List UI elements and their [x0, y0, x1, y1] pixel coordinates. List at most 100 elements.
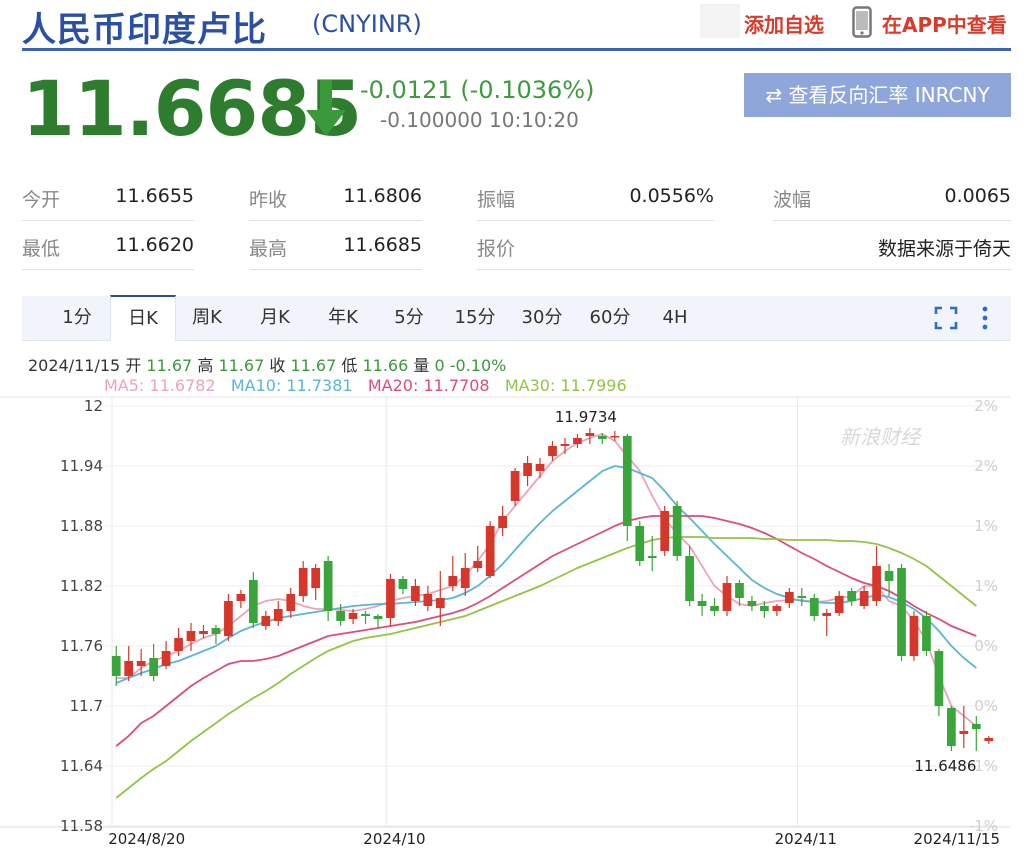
tab-weekly-k[interactable]: 周K [174, 296, 240, 340]
stats-divider [773, 220, 1011, 221]
candle-body [174, 638, 183, 651]
candlestick-chart[interactable]: 12 2% 11.94 2% 11.88 1% 11.82 1% 11.76 0% 11.7 0% 11… [0, 396, 1032, 850]
candle-body [672, 506, 682, 556]
chart-period-tabs: 1分 日K 周K 月K 年K 5分 15分 30分 60分 4H [22, 295, 1011, 341]
x-tick-label: 2024/8/20 [108, 830, 185, 848]
y-tick-label: 12 [84, 397, 103, 415]
stats-divider [249, 269, 422, 270]
candle-body [523, 463, 532, 476]
candle-body [149, 658, 158, 676]
open-label: 今开 [22, 189, 61, 211]
tab-5min[interactable]: 5分 [376, 296, 442, 340]
candle-body [236, 594, 246, 601]
candle-body [747, 601, 757, 606]
wave-value: 0.0065 [944, 185, 1011, 207]
readout-close-label: 收 [269, 356, 286, 375]
ma10-legend: MA10: 11.7381 [230, 376, 353, 395]
tab-1min[interactable]: 1分 [42, 296, 112, 340]
high-value: 11.6685 [343, 234, 422, 256]
price-change: -0.0121 (-0.1036%) [360, 76, 595, 104]
y-tick-label: 11.58 [60, 817, 103, 835]
candle-body [161, 651, 171, 666]
candle-body [224, 601, 233, 636]
tab-daily-k[interactable]: 日K [110, 295, 176, 341]
candle-body [959, 731, 969, 734]
candle-body [797, 596, 807, 598]
prev-close-value: 11.6806 [343, 185, 422, 207]
amplitude-value: 0.0556% [629, 185, 714, 207]
candle-body [635, 526, 645, 561]
ohlc-readout: 2024/11/15 开 11.67 高 11.67 收 11.67 低 11.… [28, 352, 506, 376]
stats-divider [477, 269, 1011, 270]
tab-yearly-k[interactable]: 年K [310, 296, 376, 340]
tab-30min[interactable]: 30分 [508, 296, 576, 340]
ma-legend: MA5: 11.6782 MA10: 11.7381 MA20: 11.7708… [104, 376, 627, 395]
readout-low-label: 低 [341, 356, 358, 375]
ma30-legend: MA30: 11.7996 [504, 376, 627, 395]
readout-vol: 0 [434, 356, 445, 375]
candle-body [485, 526, 495, 576]
add-watchlist-button[interactable]: 添加自选 [744, 9, 824, 38]
candle-body [947, 708, 956, 746]
tab-4h[interactable]: 4H [644, 296, 706, 340]
candle-body [473, 561, 483, 568]
readout-open: 11.67 [146, 356, 193, 375]
change-detail-time: -0.100000 10:10:20 [380, 108, 579, 132]
candle-body [622, 436, 632, 526]
pct-tick-label: 1% [974, 577, 998, 595]
candle-body [124, 661, 134, 676]
header-divider [22, 48, 1011, 51]
ma20-line [115, 515, 977, 747]
candle-body [510, 471, 520, 501]
y-tick-label: 11.94 [60, 457, 103, 475]
pct-tick-label: 0% [974, 637, 998, 655]
candle-body [984, 738, 994, 741]
pct-tick-label: 2% [974, 457, 998, 475]
candle-body [971, 724, 981, 729]
candle-body [423, 594, 433, 606]
readout-high-label: 高 [197, 356, 214, 375]
prev-close-label: 昨收 [249, 189, 288, 211]
tab-15min[interactable]: 15分 [442, 296, 508, 340]
low-label: 最低 [22, 238, 61, 260]
candle-body [685, 556, 694, 601]
pct-tick-label: 0% [974, 697, 998, 715]
candle-body [448, 576, 458, 586]
candle-body [336, 611, 345, 621]
x-tick-label: 2024/10 [363, 830, 425, 848]
candle-body [884, 571, 894, 581]
candle-body [809, 598, 819, 616]
y-tick-label: 11.88 [60, 517, 103, 535]
candle-body [186, 631, 196, 641]
candle-body [273, 609, 283, 621]
candle-body [298, 568, 308, 596]
x-tick-label: 2024/11/15 [914, 830, 1000, 848]
min-price-label: 11.6486 [914, 757, 976, 775]
candle-body [710, 606, 719, 611]
data-source: 数据来源于倚天 [877, 238, 1011, 260]
candle-body [323, 561, 333, 611]
max-price-label: 11.9734 [555, 408, 617, 426]
wave-label: 波幅 [773, 189, 812, 211]
arrow-down-icon [306, 80, 346, 136]
candle-body [286, 594, 296, 611]
fullscreen-icon[interactable] [934, 306, 958, 330]
tab-monthly-k[interactable]: 月K [242, 296, 308, 340]
reverse-rate-button[interactable]: ⇄ 查看反向汇率 INRCNY [744, 73, 1011, 117]
ma5-line [116, 433, 977, 727]
candle-body [934, 651, 944, 706]
tab-60min[interactable]: 60分 [576, 296, 644, 340]
candle-body [697, 601, 707, 606]
view-in-app-link[interactable]: 在APP中查看 [882, 9, 1007, 38]
candle-body [760, 606, 769, 611]
candle-body [386, 579, 395, 618]
candle-body [909, 616, 919, 656]
candle-body [373, 616, 383, 619]
candle-body [211, 628, 221, 634]
phone-icon[interactable] [852, 6, 872, 38]
candle-body [859, 591, 869, 606]
candle-body [535, 464, 545, 471]
low-value: 11.6620 [115, 234, 194, 256]
more-options-icon[interactable] [980, 305, 990, 331]
stats-divider [22, 220, 194, 221]
